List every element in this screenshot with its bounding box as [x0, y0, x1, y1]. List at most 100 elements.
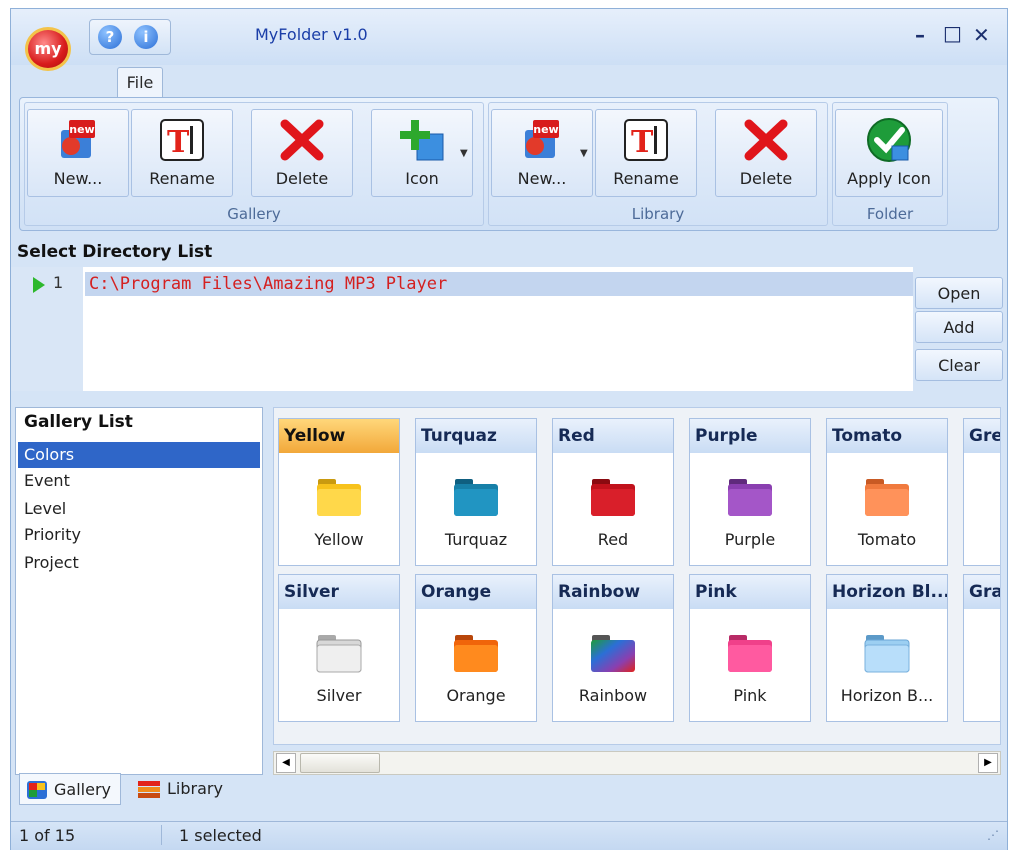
gallery-card[interactable]: Turquaz Turquaz — [415, 418, 537, 566]
gallery-card[interactable]: Tomato Tomato — [826, 418, 948, 566]
ribbon: new New... T Rename Delete ▼ Icon Galler… — [19, 97, 999, 231]
card-name: Pink — [733, 686, 767, 705]
library-new-label: New... — [517, 169, 567, 188]
close-icon[interactable]: ✕ — [973, 23, 990, 47]
open-button[interactable]: Open — [915, 277, 1003, 309]
gallery-list-item-level[interactable]: Level — [18, 496, 260, 522]
card-header: Orange — [416, 575, 536, 609]
scroll-right-icon[interactable]: ▶ — [978, 753, 998, 773]
app-window: my ? i MyFolder v1.0 – □ ✕ File new New.… — [10, 8, 1008, 850]
svg-text:T: T — [631, 125, 654, 160]
quick-access-toolbar: ? i — [89, 19, 171, 55]
card-header: Gre — [964, 419, 1000, 453]
tab-library[interactable]: Library — [129, 773, 239, 805]
new-dropdown-arrow-icon[interactable]: ▼ — [580, 148, 588, 159]
status-divider — [161, 825, 162, 845]
directory-section-title: Select Directory List — [11, 237, 1007, 267]
gallery-new-button[interactable]: new New... — [27, 109, 129, 197]
icon-dropdown-arrow-icon[interactable]: ▼ — [460, 148, 468, 159]
tab-library-label: Library — [167, 779, 223, 798]
help-icon[interactable]: ? — [98, 25, 122, 49]
library-rename-button[interactable]: T Rename — [595, 109, 697, 197]
scroll-left-icon[interactable]: ◀ — [276, 753, 296, 773]
gallery-card[interactable]: Gre — [963, 418, 1000, 566]
directory-path[interactable]: C:\Program Files\Amazing MP3 Player — [85, 272, 913, 296]
card-header: Horizon Bl... — [827, 575, 947, 609]
clear-button[interactable]: Clear — [915, 349, 1003, 381]
folder-icon — [728, 479, 772, 516]
library-rename-label: Rename — [613, 169, 679, 188]
info-icon[interactable]: i — [134, 25, 158, 49]
library-delete-button[interactable]: Delete — [715, 109, 817, 197]
tab-gallery[interactable]: Gallery — [19, 773, 121, 805]
gallery-list-item-event[interactable]: Event — [18, 468, 260, 494]
card-header: Purple — [690, 419, 810, 453]
card-name: Yellow — [314, 530, 364, 549]
folder-icon — [591, 479, 635, 516]
card-name: Turquaz — [444, 530, 508, 549]
add-icon-icon — [400, 120, 444, 161]
delete-icon — [744, 119, 788, 161]
gallery-list-panel: Gallery List Colors Event Level Priority… — [15, 407, 263, 775]
gallery-delete-button[interactable]: Delete — [251, 109, 353, 197]
ribbon-group-gallery: new New... T Rename Delete ▼ Icon Galler… — [24, 102, 484, 226]
gallery-rename-label: Rename — [149, 169, 215, 188]
card-header: Tomato — [827, 419, 947, 453]
app-logo-icon[interactable]: my — [25, 27, 71, 71]
gallery-grid: Yellow Yellow Turquaz Turquaz Red Red Pu… — [273, 407, 1001, 745]
ribbon-group-label: Library — [631, 205, 685, 223]
folder-icon — [316, 635, 362, 673]
maximize-icon[interactable]: □ — [943, 21, 962, 45]
apply-icon-label: Apply Icon — [847, 169, 931, 188]
card-header: Silver — [279, 575, 399, 609]
folder-icon — [865, 479, 909, 516]
rename-icon: T — [624, 119, 668, 161]
gallery-card[interactable]: Silver Silver — [278, 574, 400, 722]
horizontal-scrollbar[interactable]: ◀ ▶ — [273, 751, 1001, 775]
gallery-card[interactable]: Red Red — [552, 418, 674, 566]
gallery-list-item-colors[interactable]: Colors — [18, 442, 260, 468]
card-name: Horizon B... — [840, 686, 934, 705]
gallery-list-item-priority[interactable]: Priority — [18, 522, 260, 548]
line-number: 1 — [53, 273, 64, 292]
gallery-icon-button[interactable]: ▼ Icon — [371, 109, 473, 197]
gallery-card[interactable]: Pink Pink — [689, 574, 811, 722]
apply-icon-icon — [867, 118, 911, 162]
directory-list[interactable]: 1 C:\Program Files\Amazing MP3 Player — [11, 267, 913, 391]
gallery-area: Gallery List Colors Event Level Priority… — [11, 399, 1007, 805]
gallery-card[interactable]: Gra — [963, 574, 1000, 722]
status-bar: 1 of 15 1 selected ⋰ — [11, 821, 1007, 850]
new-icon: new — [525, 120, 559, 158]
gallery-card[interactable]: Orange Orange — [415, 574, 537, 722]
svg-text:new: new — [69, 123, 94, 136]
gallery-rename-button[interactable]: T Rename — [131, 109, 233, 197]
gallery-card[interactable]: Horizon Bl... Horizon B... — [826, 574, 948, 722]
card-name: Silver — [316, 686, 362, 705]
new-icon: new — [61, 120, 95, 158]
line-gutter: 1 — [11, 267, 83, 391]
folder-icon — [317, 479, 361, 516]
gallery-tab-icon — [27, 781, 47, 799]
gallery-list-item-project[interactable]: Project — [18, 550, 260, 576]
tab-gallery-label: Gallery — [54, 780, 111, 799]
ribbon-group-label: Folder — [866, 205, 914, 223]
apply-icon-button[interactable]: Apply Icon — [835, 109, 943, 197]
delete-icon — [280, 119, 324, 161]
minimize-icon[interactable]: – — [915, 23, 925, 47]
resize-grip-icon[interactable]: ⋰ — [987, 828, 999, 842]
gallery-new-label: New... — [53, 169, 103, 188]
gallery-card[interactable]: Yellow Yellow — [278, 418, 400, 566]
gallery-card[interactable]: Purple Purple — [689, 418, 811, 566]
library-new-button[interactable]: new ▼ New... — [491, 109, 593, 197]
card-name: Purple — [724, 530, 776, 549]
card-header: Yellow — [279, 419, 399, 453]
library-tab-icon — [138, 781, 160, 798]
folder-icon — [864, 635, 910, 673]
card-name: Orange — [446, 686, 506, 705]
folder-icon — [728, 635, 772, 672]
add-button[interactable]: Add — [915, 311, 1003, 343]
card-header: Rainbow — [553, 575, 673, 609]
gallery-card[interactable]: Rainbow Rainbow — [552, 574, 674, 722]
scrollbar-thumb[interactable] — [300, 753, 380, 773]
tab-file[interactable]: File — [117, 67, 163, 98]
